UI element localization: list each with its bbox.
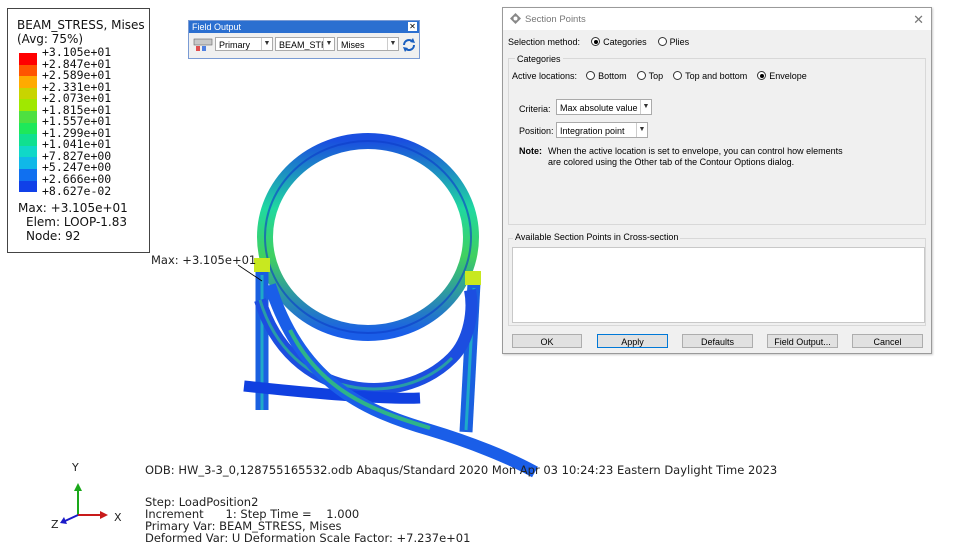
selection-method-label: Selection method: — [508, 37, 581, 47]
radio-top-label: Top — [648, 71, 664, 81]
categories-group — [508, 58, 926, 225]
triad-y-label: Y — [72, 461, 79, 474]
chevron-down-icon: ▼ — [640, 100, 651, 114]
note-line-1: When the active location is set to envel… — [548, 146, 843, 156]
radio-bottom[interactable] — [586, 71, 596, 80]
triad-x-arrow — [100, 511, 108, 519]
triad-z-label: Z — [51, 518, 59, 531]
close-icon[interactable]: ✕ — [913, 12, 924, 28]
radio-envelope[interactable] — [757, 71, 767, 80]
chevron-down-icon: ▼ — [636, 123, 647, 137]
max-stress-hotspot — [254, 258, 270, 272]
note-line-2: are colored using the Other tab of the C… — [548, 156, 795, 167]
cancel-button[interactable]: Cancel — [852, 334, 923, 348]
triad-y-arrow — [74, 483, 82, 491]
step-info-block: Step: LoadPosition2 Increment 1: Step Ti… — [145, 496, 470, 544]
max-callout-label: Max: +3.105e+01 — [151, 253, 257, 267]
field-output-button[interactable]: Field Output... — [767, 334, 838, 348]
position-select[interactable]: Integration point ▼ — [556, 122, 648, 138]
criteria-label: Criteria: — [519, 104, 551, 114]
position-select-value: Integration point — [560, 126, 625, 136]
triad-x-label: X — [114, 511, 122, 524]
ok-button[interactable]: OK — [512, 334, 582, 348]
section-points-dialog: Section Points ✕ Selection method: Categ… — [502, 7, 932, 354]
criteria-select-value: Max absolute value — [560, 103, 638, 113]
dialog-titlebar: Section Points ✕ — [503, 8, 931, 30]
dialog-title: Section Points — [525, 14, 586, 25]
note-text: When the active location is set to envel… — [548, 146, 843, 167]
odb-info-line: ODB: HW_3-3_0,128755165532.odb Abaqus/St… — [145, 463, 778, 477]
defaults-button[interactable]: Defaults — [682, 334, 753, 348]
settings-icon — [510, 13, 521, 24]
radio-envelope-label: Envelope — [769, 71, 807, 81]
radio-top-and-bottom[interactable] — [673, 71, 683, 80]
radio-top-and-bottom-label: Top and bottom — [685, 71, 748, 81]
radio-categories-label: Categories — [603, 37, 647, 47]
available-section-points-label: Available Section Points in Cross-sectio… — [513, 232, 681, 242]
triad-z-axis — [64, 514, 79, 522]
stress-hotspot — [465, 271, 481, 285]
categories-group-label: Categories — [515, 54, 563, 64]
apply-button[interactable]: Apply — [597, 334, 668, 348]
beam-loop-edge — [264, 140, 472, 334]
radio-top[interactable] — [636, 71, 646, 80]
radio-plies-label: Plies — [669, 37, 690, 47]
criteria-select[interactable]: Max absolute value ▼ — [556, 99, 652, 115]
active-locations-label: Active locations: — [512, 71, 578, 81]
selection-method-row: Selection method: Categories Plies — [508, 37, 689, 47]
position-label: Position: — [519, 126, 554, 136]
active-locations-row: Active locations: Bottom Top Top and bot… — [512, 71, 807, 81]
section-points-list[interactable] — [512, 247, 925, 323]
radio-categories[interactable] — [591, 37, 601, 46]
deformed-var: Deformed Var: U Deformation Scale Factor… — [145, 531, 471, 545]
note-label: Note: — [519, 146, 542, 156]
radio-bottom-label: Bottom — [598, 71, 627, 81]
radio-plies[interactable] — [657, 37, 667, 46]
